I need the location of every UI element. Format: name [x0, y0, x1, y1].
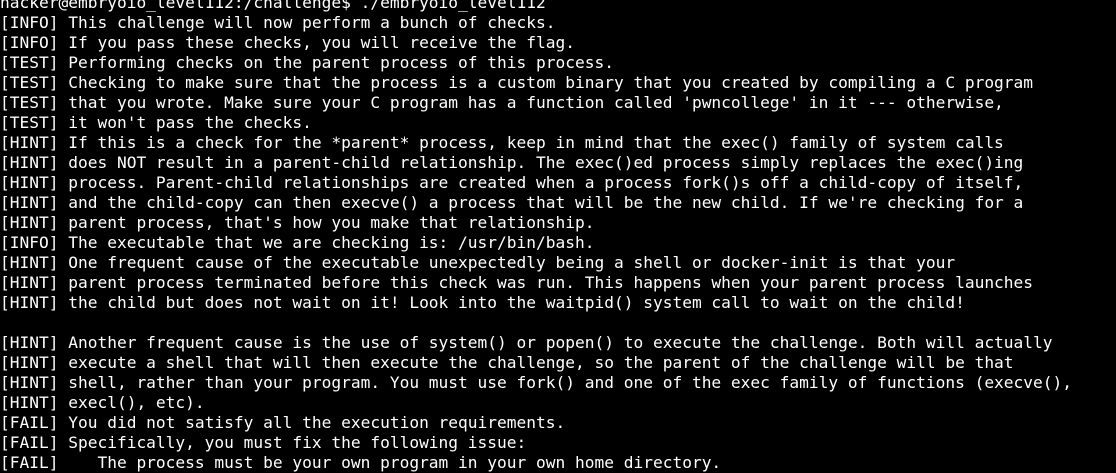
terminal-window[interactable]: hacker@embryoio_level112:/challenge$ ./e…: [0, 0, 1116, 473]
output-line: [HINT] If this is a check for the *paren…: [0, 133, 1004, 152]
output-line: [TEST] Checking to make sure that the pr…: [0, 73, 1034, 92]
output-line: [HINT] execl(), etc).: [0, 393, 205, 412]
output-line: [TEST] that you wrote. Make sure your C …: [0, 93, 1004, 112]
output-line: [HINT] the child but does not wait on it…: [0, 293, 965, 312]
output-line: [INFO] The executable that we are checki…: [0, 233, 595, 252]
output-line: [FAIL] The process must be your own prog…: [0, 453, 722, 472]
output-line: [INFO] This challenge will now perform a…: [0, 13, 556, 32]
output-line: [FAIL] You did not satisfy all the execu…: [0, 413, 566, 432]
output-line: [HINT] Another frequent cause is the use…: [0, 333, 1053, 352]
output-line: [HINT] execute a shell that will then ex…: [0, 353, 1014, 372]
output-line: [HINT] parent process, that's how you ma…: [0, 213, 595, 232]
output-line: [INFO] If you pass these checks, you wil…: [0, 33, 575, 52]
output-line: [HINT] One frequent cause of the executa…: [0, 253, 956, 272]
output-line: [HINT] process. Parent-child relationshi…: [0, 173, 1024, 192]
output-line: [HINT] parent process terminated before …: [0, 273, 1034, 292]
output-line: [HINT] shell, rather than your program. …: [0, 373, 1073, 392]
output-line: [HINT] and the child-copy can then execv…: [0, 193, 1024, 212]
terminal-output: hacker@embryoio_level112:/challenge$ ./e…: [0, 0, 1072, 473]
shell-prompt-line: hacker@embryoio_level112:/challenge$ ./e…: [0, 0, 546, 12]
output-line: [HINT] does NOT result in a parent-child…: [0, 153, 1024, 172]
output-line: [TEST] it won't pass the checks.: [0, 113, 312, 132]
output-line: [TEST] Performing checks on the parent p…: [0, 53, 614, 72]
output-line: [FAIL] Specifically, you must fix the fo…: [0, 433, 527, 452]
